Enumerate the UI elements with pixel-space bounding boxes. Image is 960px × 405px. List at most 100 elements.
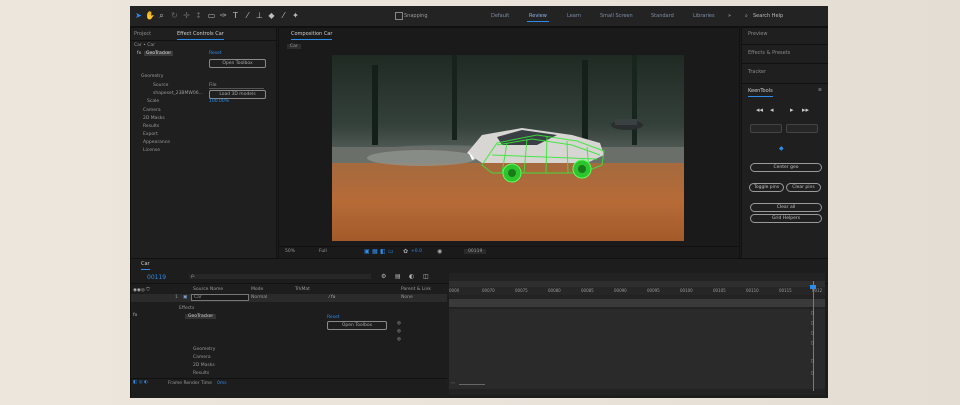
- timeline-effect-item[interactable]: GeoTracker: [185, 314, 217, 319]
- layer-parent-dropdown[interactable]: None: [401, 295, 413, 300]
- keyframe-marker[interactable]: ▯: [811, 311, 813, 316]
- keyframe-diamond-icon[interactable]: ◆: [779, 145, 784, 152]
- keyframe-marker[interactable]: ▯: [811, 341, 813, 346]
- pan-behind-tool-icon[interactable]: ↕: [194, 11, 203, 20]
- timeline-zoom-slider[interactable]: [459, 384, 485, 385]
- keyframe-nav-icon-2[interactable]: ◎: [397, 329, 401, 334]
- type-tool-icon[interactable]: T: [231, 11, 240, 20]
- fx-group-2d-masks[interactable]: 2D Masks: [193, 363, 215, 368]
- reset-link[interactable]: Reset: [209, 51, 222, 56]
- region-of-interest-icon[interactable]: ▣: [364, 248, 370, 255]
- exposure-value[interactable]: +0.0: [411, 249, 422, 254]
- step-forward-icon[interactable]: ▸: [790, 106, 794, 114]
- rotate-tool-icon[interactable]: ↻: [170, 11, 179, 20]
- prev-keyframe-icon[interactable]: ◂◂: [756, 106, 763, 114]
- workspace-default[interactable]: Default: [491, 13, 509, 19]
- group-license[interactable]: License: [143, 148, 160, 153]
- tab-tracker[interactable]: Tracker: [748, 69, 766, 75]
- playhead-handle[interactable]: [810, 285, 816, 289]
- toggle-pins-button[interactable]: Toggle pins: [749, 183, 784, 192]
- timeline-toggle-icons[interactable]: ◧ ◎ ◐: [133, 380, 148, 385]
- fx-group-results[interactable]: Results: [193, 371, 209, 376]
- step-back-icon[interactable]: ◂: [770, 106, 774, 114]
- eraser-tool-icon[interactable]: ◆: [267, 11, 276, 20]
- search-icon[interactable]: ⌕: [745, 13, 748, 19]
- tab-preview[interactable]: Preview: [748, 31, 767, 37]
- color-management-icon[interactable]: ✿: [403, 248, 408, 255]
- fx-group-geometry[interactable]: Geometry: [193, 347, 215, 352]
- workspace-review[interactable]: Review: [527, 13, 549, 22]
- layer-name-field[interactable]: Car: [191, 294, 249, 301]
- load-3d-models-button[interactable]: Load 3D models: [209, 90, 266, 99]
- roto-brush-tool-icon[interactable]: ⁄: [279, 11, 288, 20]
- time-ruler[interactable]: 0000 00070 00075 00080 00085 00090 00095 00100 0…: [449, 287, 825, 295]
- fx-toggle-icon[interactable]: fx: [137, 51, 141, 56]
- workspace-learn[interactable]: Learn: [567, 13, 581, 19]
- pen-tool-icon[interactable]: ✑: [219, 11, 228, 20]
- search-help-input[interactable]: Search Help: [753, 13, 783, 19]
- transparency-grid-icon[interactable]: ▦: [372, 248, 378, 255]
- open-toolbox-button[interactable]: Open Toolbox: [209, 59, 266, 68]
- tab-project[interactable]: Project: [134, 31, 151, 37]
- timeline-open-toolbox-button[interactable]: Open Toolbox: [327, 321, 387, 330]
- group-2d-masks[interactable]: 2D Masks: [143, 116, 165, 121]
- center-geo-button[interactable]: Center geo: [750, 163, 822, 172]
- motion-blur-icon[interactable]: ◐: [409, 273, 414, 280]
- zoom-tool-icon[interactable]: ⌕: [157, 11, 166, 20]
- puppet-tool-icon[interactable]: ✦: [291, 11, 300, 20]
- brush-tool-icon[interactable]: ⁄: [243, 11, 252, 20]
- clone-stamp-tool-icon[interactable]: ⊥: [255, 11, 264, 20]
- hand-tool-icon[interactable]: ✋: [145, 11, 155, 20]
- layer-search-input[interactable]: ρ.: [189, 274, 371, 279]
- keyframe-nav-icon[interactable]: ◎: [397, 321, 401, 326]
- selection-tool-icon[interactable]: ➤: [134, 11, 143, 20]
- tab-composition[interactable]: Composition Car: [291, 31, 333, 40]
- tab-effects-presets[interactable]: Effects & Presets: [748, 50, 790, 56]
- group-appearance[interactable]: Appearance: [143, 140, 170, 145]
- track-area[interactable]: 0000 00070 00075 00080 00085 00090 00095 00100 0…: [449, 273, 825, 395]
- current-timecode[interactable]: 00119: [464, 249, 487, 254]
- tab-timeline-car[interactable]: Car: [141, 261, 150, 270]
- layer-bar[interactable]: [449, 299, 825, 307]
- source-dropdown[interactable]: File: [209, 83, 264, 89]
- workspace-small-screen[interactable]: Small Screen: [600, 13, 633, 19]
- tab-effect-controls[interactable]: Effect Controls Car: [177, 31, 224, 40]
- comp-sub-tab[interactable]: Car: [287, 44, 301, 49]
- group-results[interactable]: Results: [143, 124, 159, 129]
- quality-dropdown[interactable]: Full: [319, 249, 327, 254]
- fx-group-camera[interactable]: Camera: [193, 355, 211, 360]
- graph-editor-icon[interactable]: ◫: [423, 273, 429, 280]
- current-time-display[interactable]: 00119: [147, 274, 166, 281]
- panel-menu-icon[interactable]: ≡: [818, 88, 822, 93]
- keyframe-nav-icon-3[interactable]: ◎: [397, 337, 401, 342]
- scale-value[interactable]: 100.00%: [209, 99, 229, 104]
- snapping-checkbox[interactable]: [395, 12, 403, 20]
- keyframe-marker[interactable]: ▯: [811, 331, 813, 336]
- mask-visibility-icon[interactable]: ◧: [380, 248, 386, 255]
- composition-viewer[interactable]: [332, 55, 684, 241]
- keyframe-marker[interactable]: ▯: [811, 359, 813, 364]
- clear-pins-button[interactable]: Clear pins: [786, 183, 821, 192]
- layer-row[interactable]: [131, 294, 447, 302]
- workspace-libraries[interactable]: Libraries: [693, 13, 715, 19]
- keyframe-marker[interactable]: ▯: [811, 371, 813, 376]
- effects-group[interactable]: Effects: [179, 306, 194, 311]
- clear-all-button[interactable]: Clear all: [750, 203, 822, 212]
- geometry-group[interactable]: Geometry: [141, 74, 163, 79]
- shape-tool-icon[interactable]: ▭: [207, 11, 216, 20]
- layer-mode-dropdown[interactable]: Normal: [251, 295, 267, 300]
- timeline-reset-link[interactable]: Reset: [327, 315, 340, 320]
- layer-switches-icon[interactable]: ⁄ fx: [329, 295, 335, 300]
- keyframe-marker[interactable]: ▯: [811, 321, 813, 326]
- frame-blending-icon[interactable]: ▤: [395, 273, 401, 280]
- group-export[interactable]: Export: [143, 132, 158, 137]
- workspace-standard[interactable]: Standard: [651, 13, 674, 19]
- comp-flowchart-icon[interactable]: ⚙: [381, 273, 386, 280]
- group-camera[interactable]: Camera: [143, 108, 161, 113]
- snapshot-camera-icon[interactable]: ◉: [437, 248, 442, 255]
- grid-helpers-button[interactable]: Grid Helpers: [750, 214, 822, 223]
- zoom-out-icon[interactable]: ◠: [451, 382, 455, 387]
- zoom-dropdown[interactable]: 50%: [285, 249, 295, 254]
- camera-tool-icon[interactable]: ✛: [182, 11, 191, 20]
- next-keyframe-icon[interactable]: ▸▸: [802, 106, 809, 114]
